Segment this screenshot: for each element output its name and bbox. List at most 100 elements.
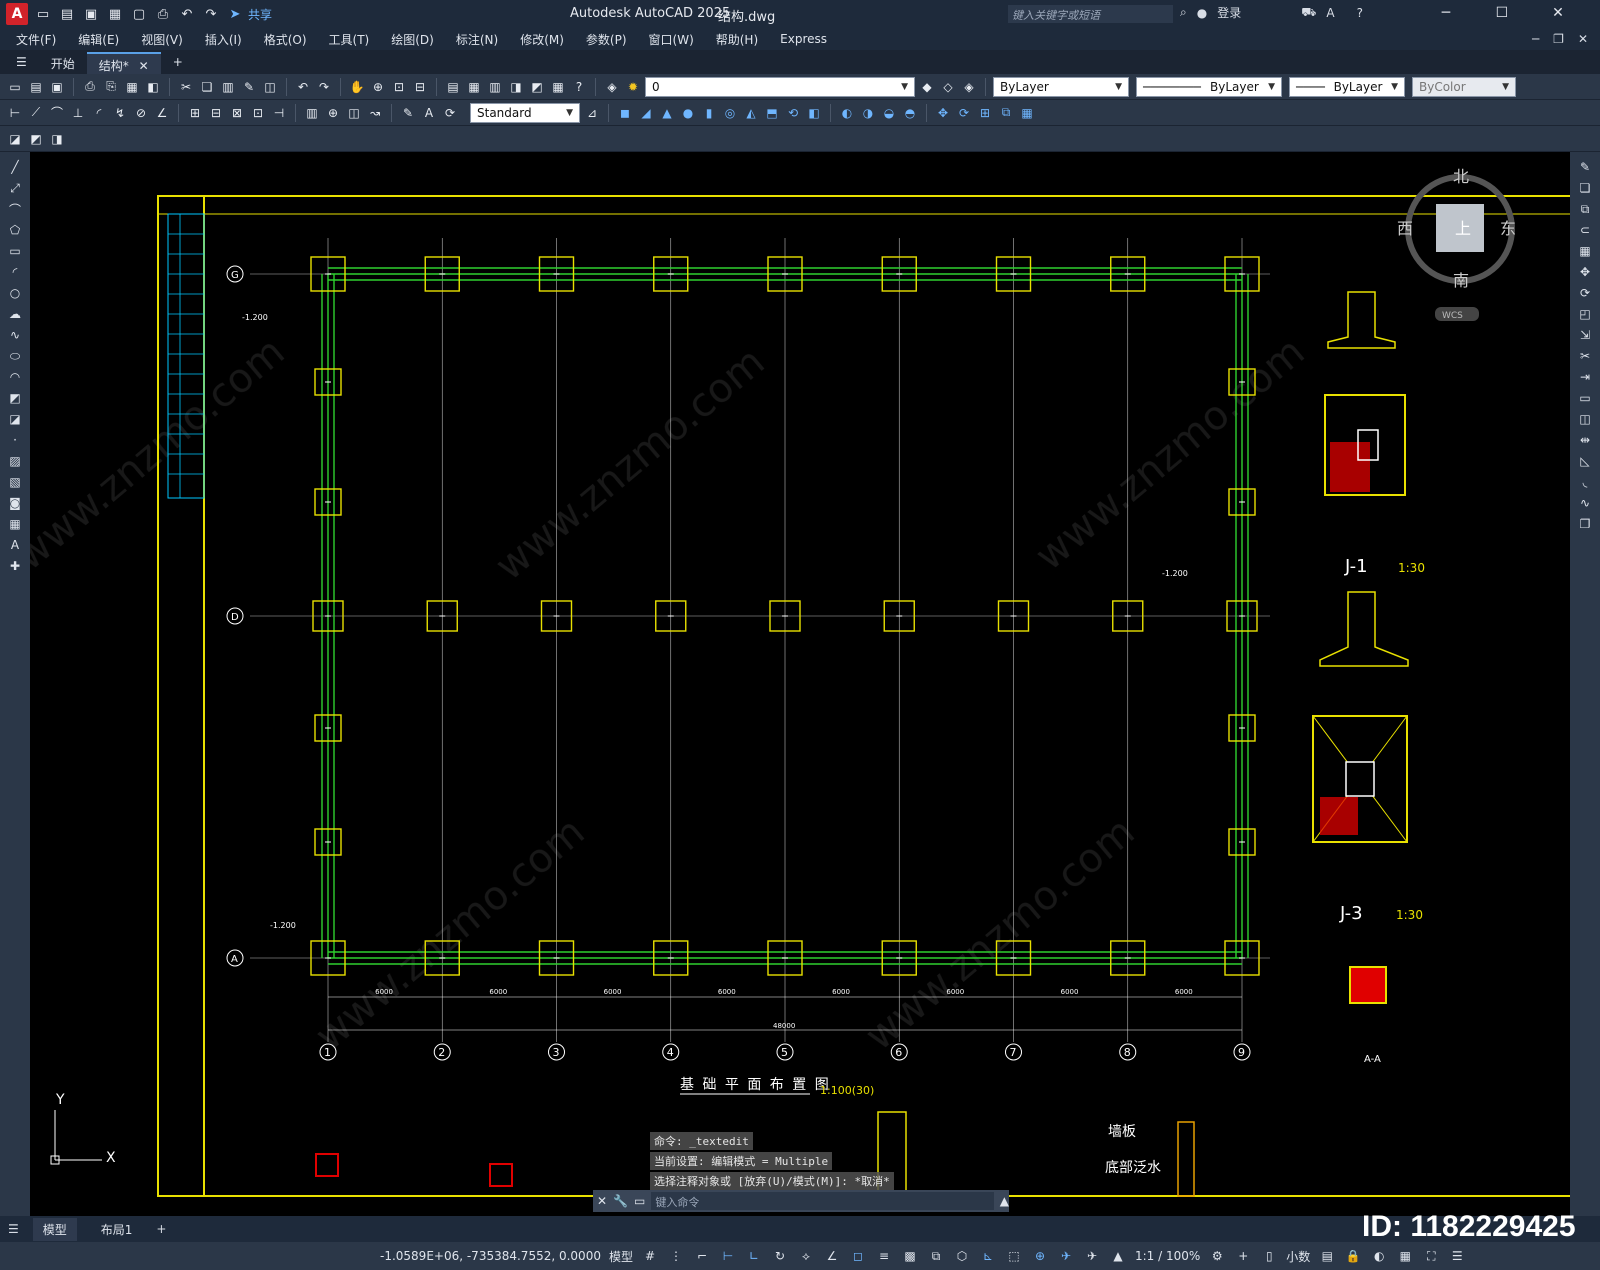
dim-edit-icon[interactable]: ✎ xyxy=(399,104,417,122)
revolve-icon[interactable]: ⟲ xyxy=(784,104,802,122)
plotstyle-select[interactable]: ByColor ▼ xyxy=(1412,76,1516,97)
sheet-set-icon[interactable]: ◨ xyxy=(507,78,525,96)
dim-style-icon[interactable]: ⊿ xyxy=(583,104,601,122)
menu-edit[interactable]: 编辑(E) xyxy=(78,31,119,48)
viewcube-east[interactable]: 东 xyxy=(1500,219,1516,238)
doc-close-icon[interactable]: ✕ xyxy=(1578,32,1588,46)
auto-scale-icon[interactable]: ✈ xyxy=(1083,1247,1101,1265)
menu-modify[interactable]: 修改(M) xyxy=(520,31,564,48)
array-3d-icon[interactable]: ▦ xyxy=(1018,104,1036,122)
minimize-icon[interactable]: ─ xyxy=(1423,5,1469,21)
selection-cycling-icon[interactable]: ⧉ xyxy=(927,1247,945,1265)
ellipse-arc-icon[interactable]: ◠ xyxy=(5,368,25,386)
align-3d-icon[interactable]: ⊞ xyxy=(976,104,994,122)
rotate-icon[interactable]: ⟳ xyxy=(1575,284,1595,302)
block-editor-icon[interactable]: ◫ xyxy=(261,78,279,96)
join-icon[interactable]: ⇹ xyxy=(1575,431,1595,449)
layer-on-icon[interactable]: ✹ xyxy=(624,78,642,96)
angular-dim-icon[interactable]: ∠ xyxy=(153,104,171,122)
quick-dim-icon[interactable]: ⊞ xyxy=(186,104,204,122)
clean-screen-icon[interactable]: ⛶ xyxy=(1422,1247,1440,1265)
arc-length-icon[interactable]: ⌒ xyxy=(48,104,66,122)
hatch-icon[interactable]: ▨ xyxy=(5,452,25,470)
command-customize-icon[interactable]: 🔧 xyxy=(613,1194,628,1208)
jogged-linear-icon[interactable]: ↝ xyxy=(366,104,384,122)
polyline-icon[interactable]: ⌒ xyxy=(5,200,25,218)
ordinate-dim-icon[interactable]: ⊥ xyxy=(69,104,87,122)
open-icon[interactable]: ▤ xyxy=(27,78,45,96)
lock-ui-icon[interactable]: 🔒 xyxy=(1344,1247,1362,1265)
layer-previous-icon[interactable]: ◇ xyxy=(939,78,957,96)
command-prompt-icon[interactable]: ▭ xyxy=(634,1194,645,1208)
slice-icon[interactable]: ◓ xyxy=(901,104,919,122)
radius-dim-icon[interactable]: ◜ xyxy=(90,104,108,122)
annotation-scale-icon[interactable]: ▲ xyxy=(1109,1247,1127,1265)
workspace-gear-icon[interactable]: ⚙ xyxy=(1208,1247,1226,1265)
menu-window[interactable]: 窗口(W) xyxy=(649,31,694,48)
zoom-window-icon[interactable]: ⊡ xyxy=(390,78,408,96)
baseline-dim-icon[interactable]: ⊟ xyxy=(207,104,225,122)
3d-cylinder-icon[interactable]: ▮ xyxy=(700,104,718,122)
tab-structure[interactable]: 结构* ✕ xyxy=(86,52,161,74)
menu-file[interactable]: 文件(F) xyxy=(16,31,56,48)
3d-cone-icon[interactable]: ▲ xyxy=(658,104,676,122)
tolerance-icon[interactable]: ▥ xyxy=(303,104,321,122)
menu-insert[interactable]: 插入(I) xyxy=(205,31,242,48)
gradient-icon[interactable]: ▧ xyxy=(5,473,25,491)
3d-wedge-icon[interactable]: ◢ xyxy=(637,104,655,122)
design-center-icon[interactable]: ▦ xyxy=(465,78,483,96)
dim-style-select[interactable]: Standard ▼ xyxy=(470,102,580,123)
move-3d-icon[interactable]: ✥ xyxy=(934,104,952,122)
array-icon[interactable]: ▦ xyxy=(1575,242,1595,260)
menu-parametric[interactable]: 参数(P) xyxy=(586,31,627,48)
mirror-3d-icon[interactable]: ⧉ xyxy=(997,104,1015,122)
new-icon[interactable]: ▭ xyxy=(6,78,24,96)
line-icon[interactable]: ╱ xyxy=(5,158,25,176)
viewcube-north[interactable]: 北 xyxy=(1453,167,1469,186)
diameter-dim-icon[interactable]: ⊘ xyxy=(132,104,150,122)
units-value[interactable]: 小数 xyxy=(1286,1248,1310,1265)
viewcube-south[interactable]: 南 xyxy=(1453,271,1469,290)
properties-icon[interactable]: ▤ xyxy=(444,78,462,96)
quickcalc-icon[interactable]: ▦ xyxy=(549,78,567,96)
dim-text-edit-icon[interactable]: A xyxy=(420,104,438,122)
save-as-icon[interactable]: ▦ xyxy=(106,5,124,23)
coordinates-readout[interactable]: -1.0589E+06, -735384.7552, 0.0000 xyxy=(380,1249,601,1263)
menu-draw[interactable]: 绘图(D) xyxy=(391,31,434,48)
inspect-icon[interactable]: ◫ xyxy=(345,104,363,122)
make-block-icon[interactable]: ◪ xyxy=(5,410,25,428)
snap-icon[interactable]: ⋮ xyxy=(667,1247,685,1265)
units-icon[interactable]: ▯ xyxy=(1260,1247,1278,1265)
match-properties-icon[interactable]: ✎ xyxy=(240,78,258,96)
search-icon[interactable]: ⌕ xyxy=(1180,5,1187,20)
undo-icon[interactable]: ↶ xyxy=(178,5,196,23)
menu-tools[interactable]: 工具(T) xyxy=(329,31,370,48)
mtext-icon[interactable]: A xyxy=(5,536,25,554)
trim-icon[interactable]: ✂ xyxy=(1575,347,1595,365)
3d-torus-icon[interactable]: ◎ xyxy=(721,104,739,122)
plot-icon[interactable]: ⎙ xyxy=(154,5,172,23)
color-select[interactable]: ByLayer ▼ xyxy=(993,76,1129,97)
publish-icon[interactable]: ▢ xyxy=(130,5,148,23)
new-file-icon[interactable]: ▭ xyxy=(34,5,52,23)
quick-properties-icon[interactable]: ▤ xyxy=(1318,1247,1336,1265)
isolate-objects-icon[interactable]: ◐ xyxy=(1370,1247,1388,1265)
graphics-performance-icon[interactable]: ▦ xyxy=(1396,1247,1414,1265)
stretch-icon[interactable]: ⇲ xyxy=(1575,326,1595,344)
dim-space-icon[interactable]: ⊡ xyxy=(249,104,267,122)
share-icon[interactable]: ➤ xyxy=(226,5,244,23)
polar-tracking-icon[interactable]: ↻ xyxy=(771,1247,789,1265)
insert-block-icon[interactable]: ◩ xyxy=(27,130,45,148)
customization-icon[interactable]: ☰ xyxy=(1448,1247,1466,1265)
erase-icon[interactable]: ✎ xyxy=(1575,158,1595,176)
aligned-dim-icon[interactable]: ⟋ xyxy=(27,104,45,122)
cart-icon[interactable]: ⛟ xyxy=(1301,5,1316,21)
tool-palettes-icon[interactable]: ▥ xyxy=(486,78,504,96)
isometric-icon[interactable]: ⟡ xyxy=(797,1247,815,1265)
union-icon[interactable]: ◐ xyxy=(838,104,856,122)
polygon-icon[interactable]: ⬠ xyxy=(5,221,25,239)
center-mark-icon[interactable]: ⊕ xyxy=(324,104,342,122)
extend-icon[interactable]: ⇥ xyxy=(1575,368,1595,386)
ortho-icon[interactable]: ∟ xyxy=(745,1247,763,1265)
zoom-realtime-icon[interactable]: ⊕ xyxy=(369,78,387,96)
